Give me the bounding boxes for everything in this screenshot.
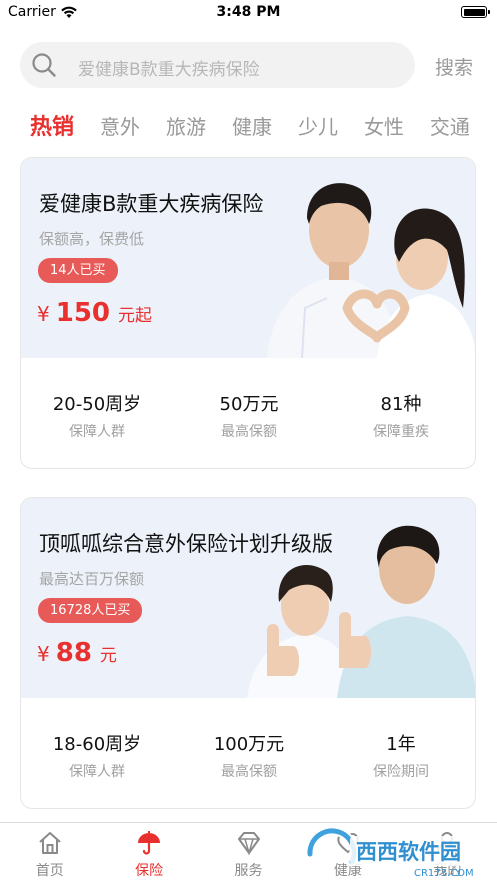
product-price: ¥88 元 — [37, 638, 117, 668]
stat-label: 最高保额 — [221, 764, 277, 780]
stat-max-coverage: 50万元 最高保额 — [173, 358, 325, 468]
search-input[interactable]: 爱健康B款重大疾病保险 — [20, 42, 415, 88]
tab-travel[interactable]: 旅游 — [166, 111, 206, 140]
stat-value: 100万元 — [213, 734, 285, 755]
search-icon — [32, 53, 56, 77]
stat-label: 保险期间 — [373, 764, 429, 780]
nav-insurance[interactable]: 保险 — [99, 823, 198, 883]
stat-value: 81种 — [380, 394, 422, 415]
status-bar: Carrier 3:48 PM — [0, 0, 497, 26]
price-amount: 88 — [55, 638, 92, 668]
stat-value: 18-60周岁 — [52, 734, 142, 755]
product-subtitle: 保额高，保费低 — [39, 230, 145, 248]
nav-label: 服务 — [234, 863, 263, 879]
stat-value: 50万元 — [219, 394, 279, 415]
product-subtitle: 最高达百万保额 — [39, 570, 145, 588]
search-row: 爱健康B款重大疾病保险 搜索 — [20, 42, 482, 88]
search-placeholder: 爱健康B款重大疾病保险 — [78, 60, 260, 80]
watermark-logo: 西西软件园 CR173.COM — [305, 828, 490, 879]
home-icon — [39, 832, 61, 854]
product-header: 爱健康B款重大疾病保险 保额高，保费低 14人已买 ¥150 元起 — [21, 158, 475, 358]
stat-diseases: 81种 保障重疾 — [325, 358, 475, 468]
search-button[interactable]: 搜索 — [435, 53, 473, 80]
stat-period: 1年 保险期间 — [325, 698, 475, 808]
price-amount: 150 — [55, 298, 111, 328]
tab-women[interactable]: 女性 — [364, 111, 404, 140]
battery-icon — [461, 6, 490, 18]
stat-label: 最高保额 — [221, 424, 277, 440]
stat-age-range: 20-50周岁 保障人群 — [21, 358, 173, 468]
stat-value: 1年 — [386, 734, 416, 755]
product-header: 顶呱呱综合意外保险计划升级版 最高达百万保额 16728人已买 ¥88 元 — [21, 498, 475, 698]
tab-hot[interactable]: 热销 — [30, 109, 74, 141]
product-card[interactable]: 爱健康B款重大疾病保险 保额高，保费低 14人已买 ¥150 元起 20-50周岁… — [20, 157, 476, 469]
tab-children[interactable]: 少儿 — [298, 111, 338, 140]
svg-text:西西软件园: 西西软件园 — [356, 840, 461, 864]
product-title: 爱健康B款重大疾病保险 — [39, 192, 264, 216]
product-price: ¥150 元起 — [37, 298, 152, 328]
product-stats: 18-60周岁 保障人群 100万元 最高保额 1年 保险期间 — [21, 698, 475, 808]
stat-label: 保障人群 — [69, 424, 125, 440]
stat-value: 20-50周岁 — [52, 394, 142, 415]
nav-service[interactable]: 服务 — [199, 823, 298, 883]
diamond-icon — [237, 832, 260, 856]
category-tabs: 热销 意外 旅游 健康 少儿 女性 交通 — [30, 108, 470, 142]
price-suffix: 元起 — [118, 306, 153, 326]
nav-home[interactable]: 首页 — [0, 823, 99, 883]
svg-text:CR173.COM: CR173.COM — [414, 868, 474, 879]
couple-photo — [227, 158, 475, 358]
nav-label: 首页 — [35, 863, 64, 879]
umbrella-icon — [138, 831, 161, 855]
clock: 3:48 PM — [216, 4, 281, 20]
stat-max-coverage: 100万元 最高保额 — [173, 698, 325, 808]
buyers-badge: 14人已买 — [38, 258, 118, 283]
stat-label: 保障人群 — [69, 764, 125, 780]
price-suffix: 元 — [99, 646, 117, 666]
price-currency: ¥ — [37, 642, 50, 666]
stat-label: 保障重疾 — [373, 424, 429, 440]
tab-health[interactable]: 健康 — [232, 111, 272, 140]
nav-label: 保险 — [135, 863, 164, 879]
product-stats: 20-50周岁 保障人群 50万元 最高保额 81种 保障重疾 — [21, 358, 475, 468]
stat-age-range: 18-60周岁 保障人群 — [21, 698, 173, 808]
product-title: 顶呱呱综合意外保险计划升级版 — [39, 532, 333, 556]
tab-traffic[interactable]: 交通 — [430, 111, 470, 140]
price-currency: ¥ — [37, 302, 50, 326]
tab-accident[interactable]: 意外 — [100, 111, 140, 140]
buyers-badge: 16728人已买 — [38, 598, 143, 623]
product-card[interactable]: 顶呱呱综合意外保险计划升级版 最高达百万保额 16728人已买 ¥88 元 18-… — [20, 497, 476, 809]
